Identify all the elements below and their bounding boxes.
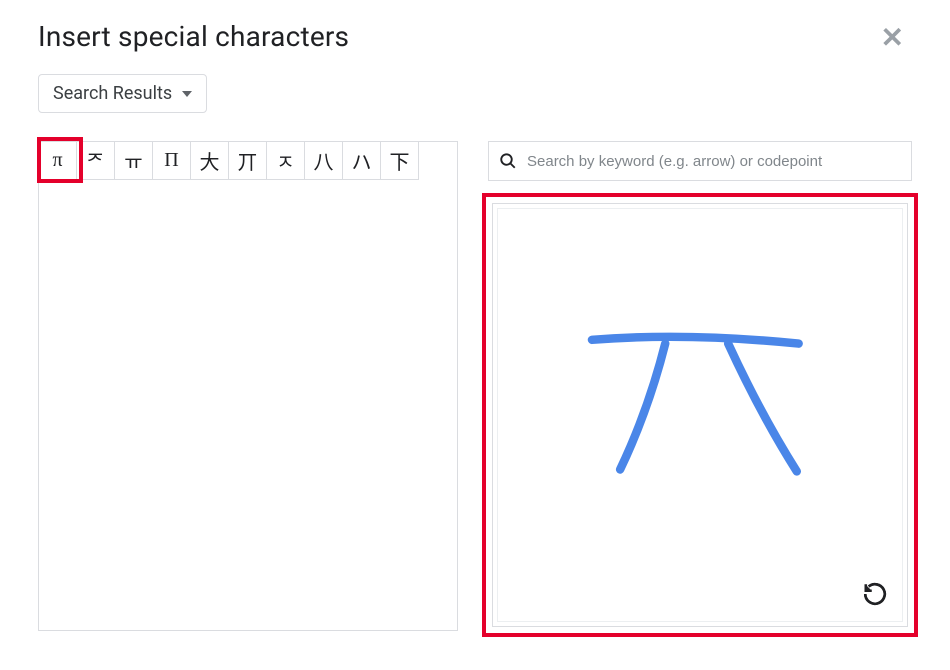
char-cell[interactable]: 下 (381, 142, 419, 180)
dialog-title: Insert special characters (38, 20, 349, 53)
char-cell[interactable]: 八 (305, 142, 343, 180)
char-cell[interactable]: Π (153, 142, 191, 180)
category-label: Search Results (53, 83, 172, 104)
search-input[interactable] (527, 153, 901, 170)
draw-area-wrapper (488, 199, 912, 631)
close-button[interactable]: ✕ (873, 20, 912, 56)
char-cell[interactable]: ハ (343, 142, 381, 180)
character-grid: π ᅎ ㅠ Π 大 丌 ㅈ 八 ハ 下 (39, 142, 457, 180)
char-cell[interactable]: ㅈ (267, 142, 305, 180)
category-dropdown[interactable]: Search Results (38, 74, 207, 113)
char-cell[interactable]: 大 (191, 142, 229, 180)
char-cell[interactable]: ᅎ (77, 142, 115, 180)
dialog-header: Insert special characters ✕ (38, 20, 912, 56)
user-drawing (498, 209, 902, 621)
draw-pad-inner (497, 208, 903, 622)
right-panel (488, 141, 912, 631)
search-box[interactable] (488, 141, 912, 181)
char-cell[interactable]: 丌 (229, 142, 267, 180)
chevron-down-icon (182, 91, 192, 97)
undo-icon (862, 581, 888, 607)
special-characters-dialog: Insert special characters ✕ Search Resul… (10, 0, 940, 670)
close-icon: ✕ (881, 21, 904, 54)
category-row: Search Results (38, 74, 912, 113)
undo-button[interactable] (862, 581, 888, 611)
dialog-content: π ᅎ ㅠ Π 大 丌 ㅈ 八 ハ 下 (38, 141, 912, 631)
search-icon (499, 152, 517, 170)
draw-pad[interactable] (492, 203, 908, 627)
char-cell[interactable]: π (39, 142, 77, 180)
char-cell[interactable]: ㅠ (115, 142, 153, 180)
results-panel: π ᅎ ㅠ Π 大 丌 ㅈ 八 ハ 下 (38, 141, 458, 631)
